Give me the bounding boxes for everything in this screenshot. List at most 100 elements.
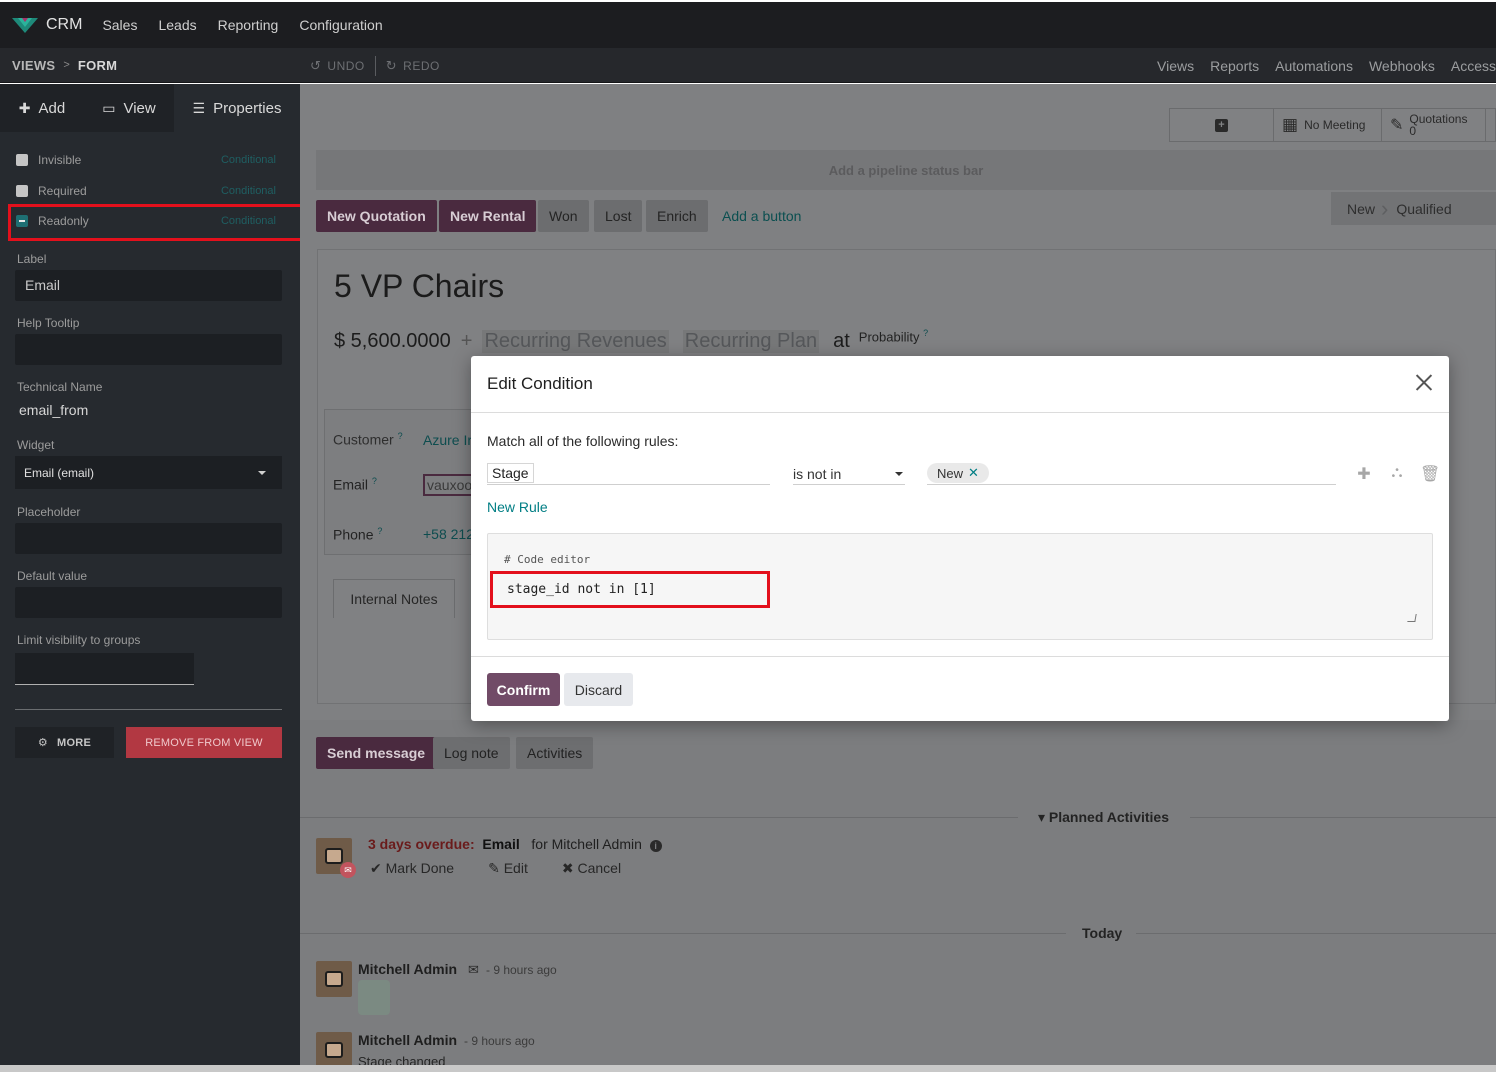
planned-separator-left xyxy=(300,817,1018,818)
smart-meeting-label: No Meeting xyxy=(1304,118,1366,132)
planned-activities-toggle[interactable]: ▾ Planned Activities xyxy=(1038,809,1169,826)
info-icon[interactable]: i xyxy=(649,840,662,852)
smart-button-meeting[interactable]: ▦ No Meeting xyxy=(1274,109,1382,141)
required-conditional-link[interactable]: Conditional xyxy=(221,185,276,197)
pipeline-placeholder[interactable]: Add a pipeline status bar xyxy=(316,150,1496,190)
resize-handle-icon[interactable] xyxy=(1407,614,1417,622)
dialog-title: Edit Condition xyxy=(487,374,593,393)
stage-new[interactable]: New xyxy=(1347,201,1375,217)
at-label: at xyxy=(833,330,850,352)
add-branch-icon[interactable]: ⛬ xyxy=(1387,464,1407,484)
message-bubble xyxy=(358,980,390,1015)
avatar-face xyxy=(325,1042,343,1058)
remove-tag-icon[interactable]: ✕ xyxy=(968,465,979,481)
required-option[interactable]: Required Conditional xyxy=(16,181,276,201)
stage-statusbar: New › Qualified xyxy=(1331,192,1496,225)
studio-link-reports[interactable]: Reports xyxy=(1210,58,1259,74)
smart-quotations-label: Quotations xyxy=(1409,112,1468,126)
rule-field-path[interactable]: Stage xyxy=(487,463,770,485)
discard-button[interactable]: Discard xyxy=(564,673,633,706)
menu-configuration[interactable]: Configuration xyxy=(299,17,382,33)
edit-activity-button[interactable]: ✎ Edit xyxy=(488,860,545,877)
new-quotation-button[interactable]: New Quotation xyxy=(316,200,437,232)
rules-intro: Match all of the following rules: xyxy=(487,433,679,449)
recurring-revenues-field[interactable]: Recurring Revenues xyxy=(482,330,669,353)
probability-text: Probability xyxy=(858,329,920,344)
plus-icon: ✚ xyxy=(18,99,31,116)
studio-link-access[interactable]: Access xyxy=(1451,58,1496,74)
studio-link-automations[interactable]: Automations xyxy=(1275,58,1353,74)
log-note-button[interactable]: Log note xyxy=(433,737,510,769)
label-input[interactable]: Email xyxy=(15,270,282,301)
smart-quotations-text: Quotations 0 xyxy=(1409,113,1467,137)
more-button[interactable]: ⚙ MORE xyxy=(15,727,114,758)
mark-done-button[interactable]: ✔ Mark Done xyxy=(370,860,471,877)
confirm-button[interactable]: Confirm xyxy=(487,673,560,706)
tab-properties[interactable]: ☰ Properties xyxy=(174,84,300,132)
won-button[interactable]: Won xyxy=(538,200,589,232)
widget-select[interactable]: Email (email) xyxy=(15,456,282,489)
plus-square-icon: + xyxy=(1215,118,1228,132)
today-separator-left xyxy=(300,933,1066,934)
today-separator-right xyxy=(1136,933,1496,934)
delete-rule-icon[interactable]: 🗑 xyxy=(1420,464,1440,484)
undo-button[interactable]: UNDO xyxy=(327,59,364,73)
lost-button[interactable]: Lost xyxy=(594,200,643,232)
expected-revenue[interactable]: $ 5,600.0000 xyxy=(334,330,451,353)
studio-link-webhooks[interactable]: Webhooks xyxy=(1369,58,1435,74)
default-value-input[interactable] xyxy=(15,587,282,618)
stage-qualified[interactable]: Qualified xyxy=(1396,201,1451,217)
technical-name-caption: Technical Name xyxy=(17,380,103,394)
enrich-button[interactable]: Enrich xyxy=(646,200,708,232)
dialog-header: Edit Condition xyxy=(471,356,1449,413)
customer-value[interactable]: Azure Ir xyxy=(423,432,472,448)
tab-add[interactable]: ✚ Add xyxy=(0,84,84,132)
breadcrumb-views[interactable]: VIEWS xyxy=(12,58,55,73)
menu-sales[interactable]: Sales xyxy=(102,17,137,33)
smart-button-add[interactable]: + xyxy=(1170,109,1274,141)
invisible-option[interactable]: Invisible Conditional xyxy=(16,150,276,170)
rule-operator-select[interactable]: is not in xyxy=(793,463,905,485)
placeholder-input[interactable] xyxy=(15,523,282,554)
tab-internal-notes[interactable]: Internal Notes xyxy=(333,579,455,618)
default-value-caption: Default value xyxy=(17,569,88,583)
cancel-activity-label: Cancel xyxy=(577,860,622,876)
add-rule-icon[interactable]: ✚ xyxy=(1354,464,1374,484)
menu-reporting[interactable]: Reporting xyxy=(218,17,279,33)
activities-button[interactable]: Activities xyxy=(516,737,594,769)
redo-button[interactable]: REDO xyxy=(403,59,440,73)
activity-actions: ✔ Mark Done ✎ Edit ✖ Cancel xyxy=(370,860,655,877)
tab-view[interactable]: ▭ View xyxy=(84,84,174,132)
help-tooltip-input[interactable] xyxy=(15,334,282,365)
widget-select-value: Email (email) xyxy=(24,466,95,480)
studio-toolbar: VIEWS > FORM ↺ UNDO ↻ REDO Views Reports… xyxy=(0,48,1496,83)
rule-actions: ✚ ⛬ 🗑 xyxy=(1341,464,1440,484)
phone-value[interactable]: +58 212 xyxy=(423,526,474,542)
close-icon[interactable] xyxy=(1413,372,1435,394)
groups-input[interactable] xyxy=(15,653,194,685)
new-rental-button[interactable]: New Rental xyxy=(439,200,537,232)
new-rule-link[interactable]: New Rule xyxy=(487,499,548,515)
smart-button-quotations[interactable]: ✎ Quotations 0 xyxy=(1382,109,1486,141)
rule-value-input[interactable]: New ✕ xyxy=(927,463,1336,485)
studio-sidebar: ✚ Add ▭ View ☰ Properties Invisible Cond… xyxy=(0,84,310,1065)
sidebar-tabs: ✚ Add ▭ View ☰ Properties xyxy=(0,84,300,132)
remove-from-view-button[interactable]: REMOVE FROM VIEW xyxy=(126,727,282,758)
message-author[interactable]: Mitchell Admin xyxy=(358,961,457,977)
required-checkbox[interactable] xyxy=(16,185,28,197)
lead-title[interactable]: 5 VP Chairs xyxy=(334,268,504,305)
smart-buttons: + ▦ No Meeting ✎ Quotations 0 xyxy=(1169,108,1496,142)
app-brand[interactable]: CRM xyxy=(12,16,102,34)
cancel-activity-button[interactable]: ✖ Cancel xyxy=(562,860,638,877)
menu-leads[interactable]: Leads xyxy=(158,17,196,33)
required-label: Required xyxy=(38,184,87,198)
message-author[interactable]: Mitchell Admin xyxy=(358,1032,457,1048)
studio-link-views[interactable]: Views xyxy=(1157,58,1194,74)
add-button-link[interactable]: Add a button xyxy=(722,200,801,232)
recurring-plan-field[interactable]: Recurring Plan xyxy=(682,330,820,353)
technical-name-value: email_from xyxy=(19,402,89,418)
invisible-checkbox[interactable] xyxy=(16,154,28,166)
invisible-conditional-link[interactable]: Conditional xyxy=(221,154,276,166)
send-message-button[interactable]: Send message xyxy=(316,737,437,769)
customer-label: Customer ? xyxy=(333,431,403,448)
